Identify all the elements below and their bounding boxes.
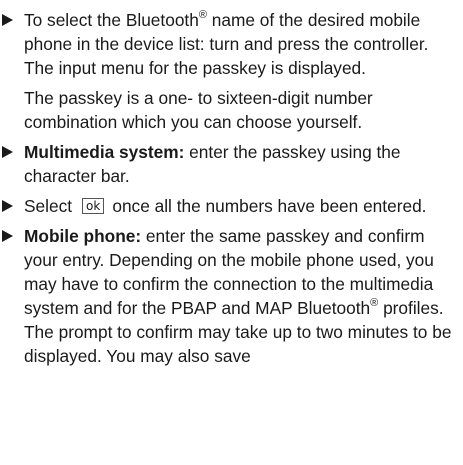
step-mobile-phone: Mobile phone: enter the same passkey and… bbox=[0, 224, 457, 368]
step-label: Multimedia system: bbox=[24, 142, 185, 162]
registered-mark: ® bbox=[370, 297, 379, 310]
step-text: once all the numbers have been entered. bbox=[112, 196, 427, 216]
manual-page: To select the Bluetooth® name of the des… bbox=[0, 0, 463, 465]
triangle-bullet-icon bbox=[2, 146, 13, 158]
ok-key: ok bbox=[82, 198, 105, 214]
step-label: Mobile phone: bbox=[24, 226, 142, 246]
registered-mark: ® bbox=[198, 9, 207, 22]
note-passkey-info: The passkey is a one- to sixteen-digit n… bbox=[24, 88, 373, 132]
triangle-bullet-icon bbox=[2, 200, 13, 212]
step-text: Select bbox=[24, 196, 73, 216]
step-multimedia-system: Multimedia system: enter the passkey usi… bbox=[0, 140, 457, 188]
step-text: To select the Bluetooth bbox=[24, 10, 199, 30]
step-select-bluetooth-name: To select the Bluetooth® name of the des… bbox=[0, 8, 457, 56]
triangle-bullet-icon bbox=[2, 14, 13, 26]
step-select-ok: Select ok once all the numbers have been e… bbox=[0, 194, 457, 218]
triangle-bullet-icon bbox=[2, 230, 13, 242]
note-input-menu: The input menu for the passkey is displa… bbox=[24, 58, 366, 78]
